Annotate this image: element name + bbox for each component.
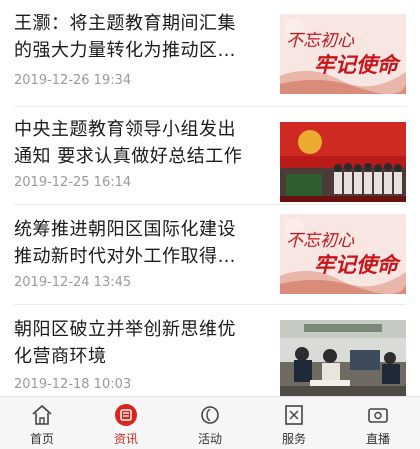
tab-live[interactable]: 直播 xyxy=(336,397,420,449)
news-thumbnail[interactable]: 不忘初心 牢记使命 xyxy=(280,214,406,294)
banner-text-line2: 牢记使命 xyxy=(314,252,402,277)
news-title-line: 化营商环境 xyxy=(14,346,107,367)
news-time: 2019-12-25 16:14 xyxy=(14,175,132,190)
banner-text-line2: 牢记使命 xyxy=(314,52,402,77)
tab-label: 服务 xyxy=(281,432,306,446)
tab-label: 直播 xyxy=(365,432,390,446)
divider xyxy=(14,304,406,305)
tab-service[interactable]: 服务 xyxy=(252,397,336,449)
home-icon xyxy=(32,404,52,425)
tab-news[interactable]: 资讯 xyxy=(84,397,168,449)
news-time: 2019-12-26 19:34 xyxy=(14,73,132,88)
banner-text-line1: 不忘初心 xyxy=(286,31,355,51)
banner-text-line1: 不忘初心 xyxy=(286,231,355,251)
divider xyxy=(14,204,406,205)
news-item[interactable]: 统筹推进朝阳区国际化建设 推动新时代对外工作取得… 2019-12-24 13:… xyxy=(0,214,420,314)
bottom-tab-bar: 首页 资讯 活动 服务 直播 xyxy=(0,396,420,449)
news-item[interactable]: 王灏：将主题教育期间汇集 的强大力量转化为推动区… 2019-12-26 19:… xyxy=(0,10,420,108)
news-title[interactable]: 统筹推进朝阳区国际化建设 推动新时代对外工作取得… xyxy=(14,216,266,270)
news-time: 2019-12-24 13:45 xyxy=(14,275,132,290)
news-thumbnail[interactable] xyxy=(280,320,406,400)
news-title[interactable]: 朝阳区破立并举创新思维优 化营商环境 xyxy=(14,316,266,370)
news-title-line: 中央主题教育领导小组发出 xyxy=(14,119,236,140)
live-icon xyxy=(368,408,388,423)
news-icon xyxy=(115,404,137,426)
news-title-line: 统筹推进朝阳区国际化建设 xyxy=(14,219,236,240)
news-title-line: 王灏：将主题教育期间汇集 xyxy=(14,13,236,34)
tab-home[interactable]: 首页 xyxy=(0,397,84,449)
news-title-line: 的强大力量转化为推动区… xyxy=(14,40,236,61)
news-thumbnail[interactable]: 不忘初心 牢记使命 xyxy=(280,14,406,94)
news-title[interactable]: 中央主题教育领导小组发出 通知 要求认真做好总结工作 xyxy=(14,116,266,170)
news-title-line: 推动新时代对外工作取得… xyxy=(14,246,236,267)
news-title-line: 朝阳区破立并举创新思维优 xyxy=(14,319,236,340)
news-time: 2019-12-18 10:03 xyxy=(14,377,132,392)
service-icon xyxy=(285,405,303,425)
news-title-line: 通知 要求认真做好总结工作 xyxy=(14,146,243,167)
news-title[interactable]: 王灏：将主题教育期间汇集 的强大力量转化为推动区… xyxy=(14,10,266,64)
tab-label: 首页 xyxy=(29,432,54,446)
tab-label: 活动 xyxy=(197,432,222,446)
news-thumbnail[interactable] xyxy=(280,122,406,202)
tab-label: 资讯 xyxy=(113,432,138,446)
activity-icon xyxy=(201,406,219,424)
tab-activity[interactable]: 活动 xyxy=(168,397,252,449)
divider xyxy=(14,106,406,107)
news-item[interactable]: 中央主题教育领导小组发出 通知 要求认真做好总结工作 2019-12-25 16… xyxy=(0,116,420,214)
